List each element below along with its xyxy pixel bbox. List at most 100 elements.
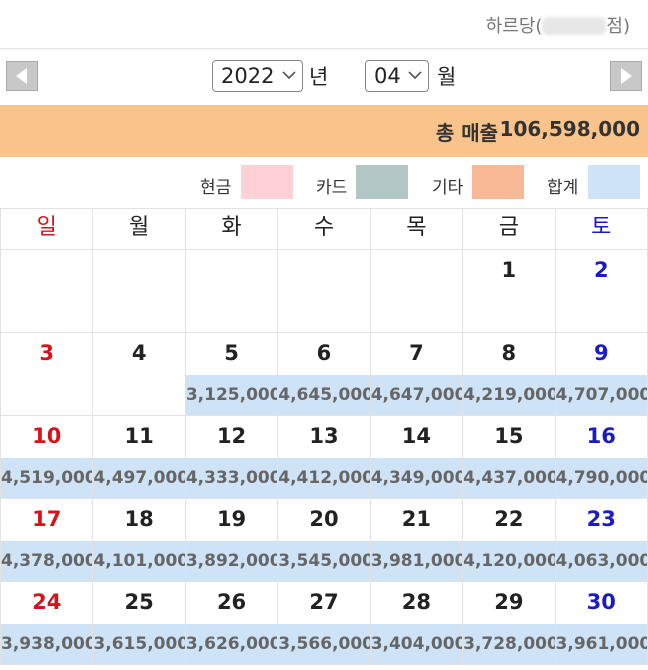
- daily-total-amount: 4,101,000: [93, 541, 185, 581]
- weekday-sat: 토: [554, 208, 648, 250]
- legend-other-label: 기타: [432, 178, 464, 198]
- weekday-tue: 화: [184, 208, 279, 250]
- day-number: 16: [586, 424, 616, 448]
- calendar-day-cell: [184, 249, 279, 333]
- calendar-day-cell[interactable]: 12 4,333,000: [184, 415, 279, 499]
- chevron-down-icon: [408, 71, 422, 80]
- empty-amount-slot: [2, 375, 92, 415]
- day-number: [371, 251, 461, 293]
- empty-amount-slot: [464, 292, 554, 332]
- calendar-day-cell[interactable]: 30 3,961,000: [554, 581, 648, 665]
- calendar-week-row: 10 4,519,000 11 4,497,000 12 4,333,000 13 4,412…: [0, 415, 648, 499]
- weekday-wed: 수: [277, 208, 371, 250]
- calendar-day-cell: [369, 249, 464, 333]
- store-name: 하르당(점): [486, 12, 630, 38]
- calendar-day-cell[interactable]: 25 3,615,000: [92, 581, 186, 665]
- calendar-day-cell[interactable]: 19 3,892,000: [184, 498, 279, 582]
- calendar-day-cell[interactable]: 28 3,404,000: [369, 581, 464, 665]
- weekday-mon: 월: [92, 208, 186, 250]
- daily-total-amount: 4,219,000: [463, 375, 555, 415]
- calendar-day-cell: [277, 249, 371, 333]
- day-number: 19: [216, 507, 247, 531]
- day-number: [279, 251, 369, 293]
- month-select-value: 04: [374, 64, 401, 88]
- weekday-fri: 금: [462, 208, 556, 250]
- day-number: [94, 251, 184, 293]
- calendar-day-cell[interactable]: 23 4,063,000: [554, 498, 648, 582]
- month-select[interactable]: 04: [365, 60, 429, 92]
- calendar-day-cell[interactable]: 14 4,349,000: [369, 415, 464, 499]
- calendar-day-cell[interactable]: 2: [554, 249, 648, 333]
- day-number: 1: [501, 258, 517, 282]
- calendar-day-cell[interactable]: 29 3,728,000: [462, 581, 556, 665]
- weekday-header-row: 일 월 화 수 목 금 토: [0, 208, 648, 250]
- legend-card-swatch: [356, 165, 408, 199]
- calendar-day-cell[interactable]: 7 4,647,000: [369, 332, 464, 416]
- calendar-day-cell[interactable]: 27 3,566,000: [277, 581, 371, 665]
- day-number: 22: [494, 507, 524, 531]
- day-number: 11: [124, 424, 154, 448]
- calendar-day-cell[interactable]: 21 3,981,000: [369, 498, 464, 582]
- empty-amount-slot: [94, 292, 184, 332]
- calendar-day-cell[interactable]: 8 4,219,000: [462, 332, 556, 416]
- calendar-day-cell[interactable]: 20 3,545,000: [277, 498, 371, 582]
- store-name-prefix: 하르당(: [485, 16, 543, 37]
- day-number: 27: [309, 590, 339, 614]
- chevron-down-icon: [282, 71, 296, 80]
- calendar-week-row: 12: [0, 249, 648, 333]
- day-number: 21: [401, 507, 432, 531]
- calendar-day-cell[interactable]: 26 3,626,000: [184, 581, 279, 665]
- calendar-day-cell[interactable]: 6 4,645,000: [277, 332, 371, 416]
- empty-amount-slot: [556, 292, 646, 332]
- daily-total-amount: 4,333,000: [186, 458, 277, 498]
- legend-total-swatch: [588, 165, 640, 199]
- weekday-sun: 일: [0, 208, 94, 250]
- empty-amount-slot: [2, 292, 92, 332]
- calendar-week-row: 17 4,378,000 18 4,101,000 19 3,892,000 20 3,545…: [0, 498, 648, 582]
- daily-total-amount: 4,645,000: [278, 375, 370, 415]
- day-number: 29: [494, 590, 524, 614]
- top-bar: 하르당(점): [0, 0, 648, 49]
- calendar-day-cell[interactable]: 24 3,938,000: [0, 581, 94, 665]
- calendar-day-cell[interactable]: 16 4,790,000: [554, 415, 648, 499]
- day-number: 15: [494, 424, 524, 448]
- calendar-day-cell[interactable]: 4: [92, 332, 186, 416]
- legend: 현금 카드 기타 합계: [0, 157, 648, 209]
- legend-card-label: 카드: [316, 178, 348, 198]
- daily-total-amount: 3,961,000: [556, 624, 647, 664]
- day-number: 23: [586, 507, 616, 531]
- calendar-day-cell[interactable]: 22 4,120,000: [462, 498, 556, 582]
- legend-total-label: 합계: [547, 178, 579, 198]
- calendar-day-cell[interactable]: 3: [0, 332, 94, 416]
- day-number: 20: [309, 507, 339, 531]
- calendar-day-cell[interactable]: 17 4,378,000: [0, 498, 94, 582]
- day-number: [2, 251, 92, 293]
- calendar-week-row: 24 3,938,000 25 3,615,000 26 3,626,000 27 3,566…: [0, 581, 648, 665]
- next-month-button[interactable]: [610, 61, 642, 91]
- year-select-value: 2022: [221, 64, 275, 88]
- calendar-day-cell[interactable]: 5 3,125,000: [184, 332, 279, 416]
- day-number: 18: [124, 507, 154, 531]
- calendar-day-cell[interactable]: 10 4,519,000: [0, 415, 94, 499]
- daily-total-amount: 4,647,000: [371, 375, 462, 415]
- daily-total-amount: 3,566,000: [278, 624, 370, 664]
- total-sales-value: 106,598,000: [499, 117, 640, 141]
- daily-total-amount: 4,378,000: [1, 541, 92, 581]
- sales-calendar: 일 월 화 수 목 금 토 1 2 3 4 5 3,125,000 6 4,645,000 7 4…: [0, 208, 648, 665]
- daily-total-amount: 3,981,000: [371, 541, 462, 581]
- calendar-day-cell[interactable]: 18 4,101,000: [92, 498, 186, 582]
- total-sales-label: 총 매출: [435, 121, 498, 145]
- calendar-day-cell[interactable]: 1: [462, 249, 556, 333]
- weekday-thu: 목: [369, 208, 464, 250]
- daily-total-amount: 4,412,000: [278, 458, 370, 498]
- previous-month-button[interactable]: [6, 61, 38, 91]
- calendar-day-cell[interactable]: 13 4,412,000: [277, 415, 371, 499]
- daily-total-amount: 4,437,000: [463, 458, 555, 498]
- calendar-day-cell: [0, 249, 94, 333]
- day-number: [186, 251, 276, 293]
- day-number: 2: [593, 258, 609, 282]
- year-select[interactable]: 2022: [212, 60, 303, 92]
- calendar-day-cell[interactable]: 9 4,707,000: [554, 332, 648, 416]
- calendar-day-cell[interactable]: 11 4,497,000: [92, 415, 186, 499]
- calendar-day-cell[interactable]: 15 4,437,000: [462, 415, 556, 499]
